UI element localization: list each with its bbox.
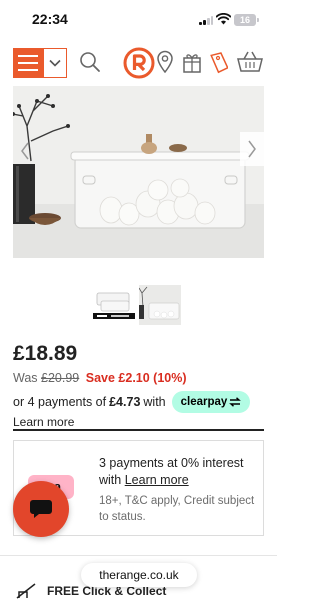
battery-level: 16 (239, 15, 250, 25)
status-bar: 22:34 16 (0, 0, 277, 40)
thumbnail-1[interactable] (93, 285, 135, 325)
chevron-right-icon (248, 140, 256, 158)
thumbnail-strip (93, 285, 181, 325)
browser-url-pill[interactable]: therange.co.uk (81, 563, 197, 587)
menu-icon-bar (18, 55, 38, 57)
the-range-logo[interactable] (123, 47, 155, 79)
chevron-down-icon (49, 59, 61, 67)
thumbnail-2[interactable] (139, 285, 181, 325)
menu-button[interactable] (13, 48, 43, 78)
section-divider (13, 429, 264, 431)
clearpay-label: clearpay (180, 396, 228, 408)
carousel-prev-button[interactable] (13, 134, 37, 168)
klarna-terms: 18+, T&C apply, Credit subject to status… (99, 495, 255, 523)
thumbnail-image (139, 285, 181, 325)
klarna-learn-more-link[interactable]: Learn more (125, 473, 189, 487)
search-icon[interactable] (79, 51, 101, 73)
price-tag-icon[interactable] (208, 50, 228, 74)
was-price: £20.99 (41, 371, 80, 385)
payments-amount: £4.73 (109, 395, 141, 409)
clearpay-info: or 4 payments of £4.73 with clearpay (13, 391, 251, 413)
price-comparison: Was £20.99 Save £2.10 (10%) (13, 371, 187, 385)
product-price: £18.89 (13, 342, 78, 365)
save-amount: Save £2.10 (10%) (85, 371, 187, 385)
carousel-next-button[interactable] (240, 132, 264, 166)
menu-dropdown-button[interactable] (43, 48, 67, 78)
click-collect-icon (16, 583, 36, 599)
clearpay-arrows-icon (229, 397, 242, 407)
wifi-icon (216, 13, 231, 25)
bottom-divider (0, 555, 277, 556)
chat-button[interactable] (13, 481, 69, 537)
klarna-main-text: 3 payments at 0% interest with Learn mor… (99, 455, 259, 489)
payments-prefix: or 4 payments of (13, 395, 107, 409)
thumbnail-image (93, 285, 135, 325)
menu-icon-bar (18, 69, 38, 71)
signal-icon (199, 16, 213, 25)
clearpay-learn-more-link[interactable]: Learn more (13, 415, 74, 429)
gift-icon[interactable] (182, 50, 202, 74)
product-image (13, 86, 264, 258)
payments-suffix: with (143, 395, 166, 409)
clearpay-badge[interactable]: clearpay (171, 391, 251, 413)
battery-icon: 16 (234, 14, 259, 26)
menu-icon-bar (18, 62, 38, 64)
chat-bubble-icon (30, 500, 52, 518)
location-pin-icon[interactable] (156, 50, 174, 74)
status-time: 22:34 (32, 11, 68, 27)
chevron-left-icon (21, 142, 29, 160)
site-header (0, 42, 277, 84)
was-label: Was (13, 371, 38, 385)
basket-icon[interactable] (235, 50, 265, 74)
product-image-carousel[interactable] (13, 86, 264, 258)
